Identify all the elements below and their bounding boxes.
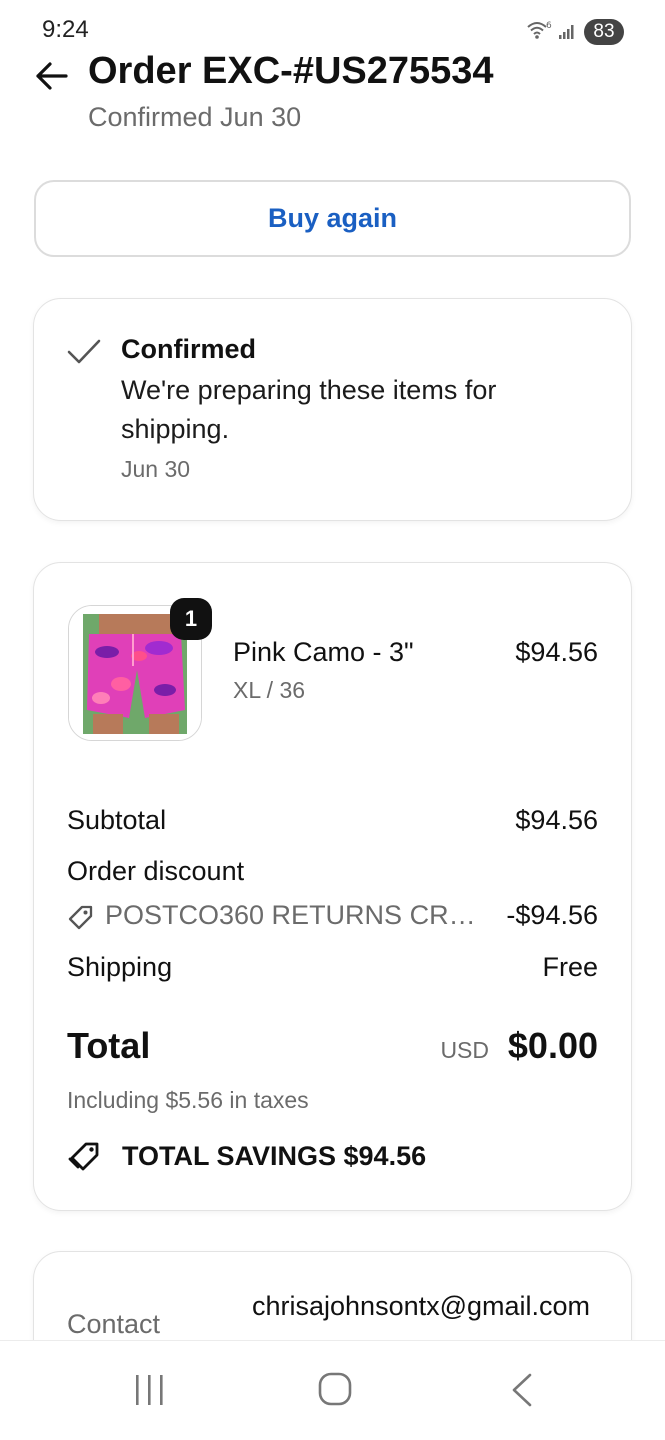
discount-row: Order discount — [67, 856, 598, 887]
nav-back-button[interactable] — [500, 1371, 544, 1411]
check-icon — [66, 337, 102, 372]
buy-again-button[interactable]: Buy again — [34, 180, 631, 257]
subtotal-value: $94.56 — [515, 805, 598, 835]
subtotal-label: Subtotal — [67, 805, 167, 835]
status-time: 9:24 — [42, 16, 89, 43]
wifi-icon: 6 — [526, 20, 552, 45]
order-status-card: Confirmed We're preparing these items fo… — [33, 298, 632, 521]
home-button[interactable] — [314, 1371, 358, 1411]
subtotal-row: Subtotal $94.56 — [67, 805, 598, 836]
total-value: $0.00 — [507, 1025, 598, 1066]
total-savings: TOTAL SAVINGS $94.56 — [122, 1141, 427, 1171]
status-title: Confirmed — [121, 334, 256, 364]
svg-text:6: 6 — [546, 21, 552, 31]
shipping-label: Shipping — [67, 952, 173, 982]
arrow-left-icon — [36, 62, 68, 90]
chevron-left-icon — [512, 1373, 532, 1407]
discount-value: -$94.56 — [506, 900, 598, 930]
status-description: We're preparing these items for shipping… — [121, 375, 497, 444]
item-price: $94.56 — [515, 637, 598, 667]
contact-email: chrisajohnsontx@gmail.com — [252, 1291, 591, 1321]
item-variant: XL / 36 — [233, 677, 306, 703]
status-date: Jun 30 — [121, 456, 191, 482]
discount-label: Order discount — [67, 856, 245, 886]
tag-icon — [67, 904, 95, 939]
recent-apps-button[interactable] — [128, 1371, 172, 1411]
page-subtitle: Confirmed Jun 30 — [88, 102, 302, 132]
signal-icon — [558, 22, 578, 45]
recent-apps-icon — [136, 1375, 163, 1405]
shipping-row: Shipping Free — [67, 952, 598, 983]
home-icon — [318, 1372, 352, 1406]
total-currency: USD — [440, 1037, 489, 1063]
taxes-note: Including $5.56 in taxes — [67, 1087, 309, 1113]
discount-code: POSTCO360 RETURNS CREDIT — [105, 900, 485, 930]
battery-indicator: 83 — [584, 19, 624, 45]
total-label: Total — [67, 1025, 151, 1066]
system-nav-bar — [0, 1340, 665, 1440]
page-title: Order EXC-#US275534 — [88, 50, 494, 92]
shipping-value: Free — [542, 952, 598, 982]
savings-tag-icon — [67, 1140, 103, 1179]
contact-label: Contact — [67, 1309, 161, 1339]
order-summary-card: 1 Pink Camo - 3" XL / 36 $94.56 Subtotal… — [33, 562, 632, 1211]
item-name: Pink Camo - 3" — [233, 637, 414, 667]
back-button[interactable] — [32, 56, 72, 96]
quantity-badge: 1 — [170, 598, 212, 640]
order-details-screen: 9:24 6 83 Order EXC-#US275534 Confirmed … — [0, 0, 665, 1440]
